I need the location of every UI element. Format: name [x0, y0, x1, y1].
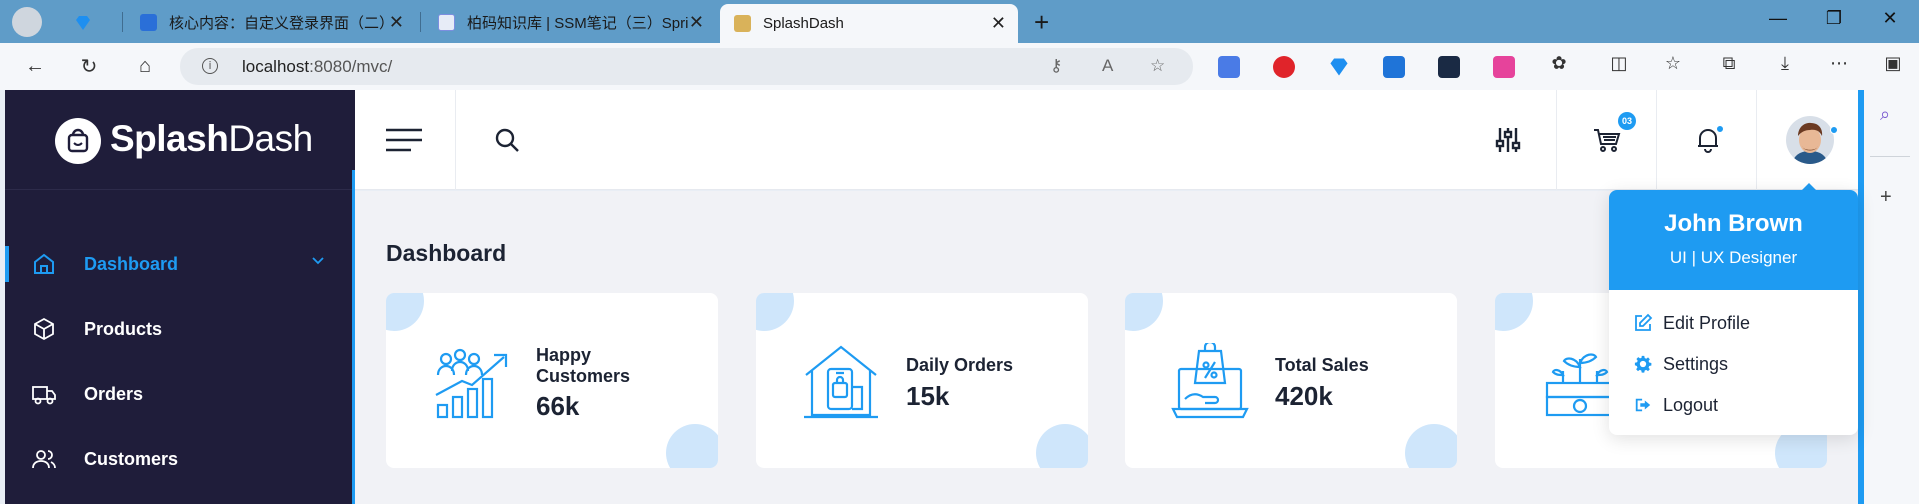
collections-icon[interactable]: ⧉: [1716, 53, 1742, 74]
filter-sliders-icon[interactable]: [1488, 120, 1528, 160]
card-value: 15k: [906, 381, 950, 411]
stat-card-total-sales[interactable]: Total Sales 420k: [1125, 293, 1457, 468]
app-sidebar: SplashDash Dashboard Products Orders Cus…: [5, 90, 355, 504]
diamond-icon: [74, 14, 91, 31]
tab-core-content[interactable]: 核心内容：自定义登录界面（二） ✕: [126, 4, 416, 40]
hex-extension-icon[interactable]: [1438, 56, 1460, 78]
sidebar-toggle-icon[interactable]: ▣: [1880, 53, 1906, 74]
home-browser-icon[interactable]: ⌂: [132, 53, 158, 79]
profile-tab[interactable]: [0, 4, 50, 40]
logo-bag-icon: [55, 118, 101, 164]
chevron-down-icon: [312, 257, 324, 265]
edit-icon: [1633, 313, 1653, 333]
profile-role: UI | UX Designer: [1669, 248, 1798, 267]
card-label: Total Sales: [1275, 355, 1369, 375]
person-extension-icon[interactable]: [1383, 56, 1405, 78]
diamond-extension-icon[interactable]: [1328, 56, 1350, 78]
doc-icon: [140, 13, 157, 31]
logo[interactable]: SplashDash: [5, 90, 355, 190]
card-label: Daily Orders: [906, 355, 1014, 375]
key-icon[interactable]: ⚷: [1050, 56, 1062, 76]
extensions-icon[interactable]: ✿: [1546, 53, 1572, 74]
refresh-icon[interactable]: ↻: [76, 53, 102, 79]
add-side-icon[interactable]: +: [1880, 186, 1892, 209]
edit-profile-link[interactable]: Edit Profile: [1633, 310, 1750, 336]
minimize-button[interactable]: —: [1758, 8, 1798, 29]
cart-count-badge: 03: [1618, 112, 1636, 130]
nav-orders[interactable]: Orders: [5, 366, 355, 422]
address-toolbar: ← ↻ ⌂ i localhost:8080/mvc/ ⚷ A ☆ ✿ ◫ ☆ …: [0, 43, 1919, 90]
notification-dot: [1716, 125, 1724, 133]
browser-tab-bar: 核心内容：自定义登录界面（二） ✕ 柏码知识库 | SSM笔记（三）Spri ✕…: [0, 0, 1919, 43]
url-text[interactable]: localhost:8080/mvc/: [242, 57, 392, 77]
translate-extension-icon[interactable]: [1218, 56, 1240, 78]
tab-splashdash[interactable]: SplashDash ✕: [720, 4, 1018, 43]
close-tab-icon[interactable]: ✕: [991, 13, 1006, 34]
favorites-icon[interactable]: ☆: [1660, 53, 1686, 74]
address-bar[interactable]: i localhost:8080/mvc/ ⚷ A ☆: [180, 48, 1193, 85]
stat-card-daily-orders[interactable]: Daily Orders 15k: [756, 293, 1088, 468]
back-icon[interactable]: ←: [22, 53, 48, 79]
close-window-button[interactable]: ✕: [1870, 8, 1910, 29]
info-icon[interactable]: i: [202, 58, 218, 74]
card-value: 420k: [1275, 381, 1333, 411]
card-value: 66k: [536, 391, 580, 421]
app-scrollbar[interactable]: [1858, 90, 1864, 504]
adblock-extension-icon[interactable]: [1273, 56, 1295, 78]
profile-icon: [12, 7, 42, 37]
close-tab-icon[interactable]: ✕: [389, 12, 404, 33]
logout-link[interactable]: Logout: [1633, 392, 1718, 418]
new-tab-button[interactable]: +: [1030, 4, 1060, 40]
tab-title: 柏码知识库 | SSM笔记（三）Spri: [467, 14, 689, 32]
browser-side-panel: ⌕ +: [1860, 90, 1919, 504]
search-side-icon[interactable]: ⌕: [1880, 104, 1890, 125]
favorite-star-icon[interactable]: ☆: [1150, 56, 1165, 76]
laptop-sales-icon: [1171, 340, 1249, 421]
home-icon: [29, 249, 59, 279]
tab-title: SplashDash: [763, 15, 844, 32]
heart-icon: [438, 13, 455, 31]
app-topbar: 03: [355, 90, 1858, 190]
box-icon: [29, 314, 59, 344]
page-title: Dashboard: [386, 240, 507, 266]
split-screen-icon[interactable]: ◫: [1606, 53, 1632, 74]
users-icon: [29, 444, 59, 474]
close-tab-icon[interactable]: ✕: [689, 12, 704, 33]
plus-icon: +: [1034, 6, 1050, 37]
download-icon[interactable]: ⤓: [1772, 53, 1798, 74]
profile-dropdown: John Brown UI | UX Designer Edit Profile…: [1609, 190, 1858, 435]
menu-toggle-icon[interactable]: [385, 126, 423, 154]
online-status-dot: [1830, 126, 1838, 134]
profile-name: John Brown: [1664, 210, 1803, 237]
settings-link[interactable]: Settings: [1633, 351, 1728, 377]
truck-icon: [29, 379, 59, 409]
nav-dashboard[interactable]: Dashboard: [5, 236, 355, 292]
card-label: Happy Customers: [536, 345, 631, 386]
translate-pink-extension-icon[interactable]: [1493, 56, 1515, 78]
stat-card-happy-customers[interactable]: Happy Customers 66k: [386, 293, 718, 468]
shop-phone-icon: [802, 343, 880, 421]
profile-header: John Brown UI | UX Designer: [1609, 190, 1858, 290]
read-aloud-icon[interactable]: A: [1102, 56, 1113, 76]
nav-products[interactable]: Products: [5, 301, 355, 357]
logout-icon: [1633, 395, 1653, 415]
tab-pinned-diamond[interactable]: [60, 4, 120, 40]
avatar[interactable]: [1786, 116, 1834, 164]
splash-icon: [734, 15, 751, 32]
logo-text: SplashDash: [110, 118, 313, 159]
money-plant-icon: [1541, 343, 1619, 421]
tab-title: 核心内容：自定义登录界面（二）: [169, 14, 389, 32]
tab-baima-notes[interactable]: 柏码知识库 | SSM笔记（三）Spri ✕: [424, 4, 716, 40]
gear-icon: [1633, 354, 1653, 374]
nav-customers[interactable]: Customers: [5, 431, 355, 487]
restore-button[interactable]: ❐: [1814, 8, 1854, 29]
search-icon[interactable]: [487, 120, 527, 160]
more-menu-icon[interactable]: ⋯: [1826, 53, 1852, 74]
customers-growth-icon: [432, 343, 510, 421]
